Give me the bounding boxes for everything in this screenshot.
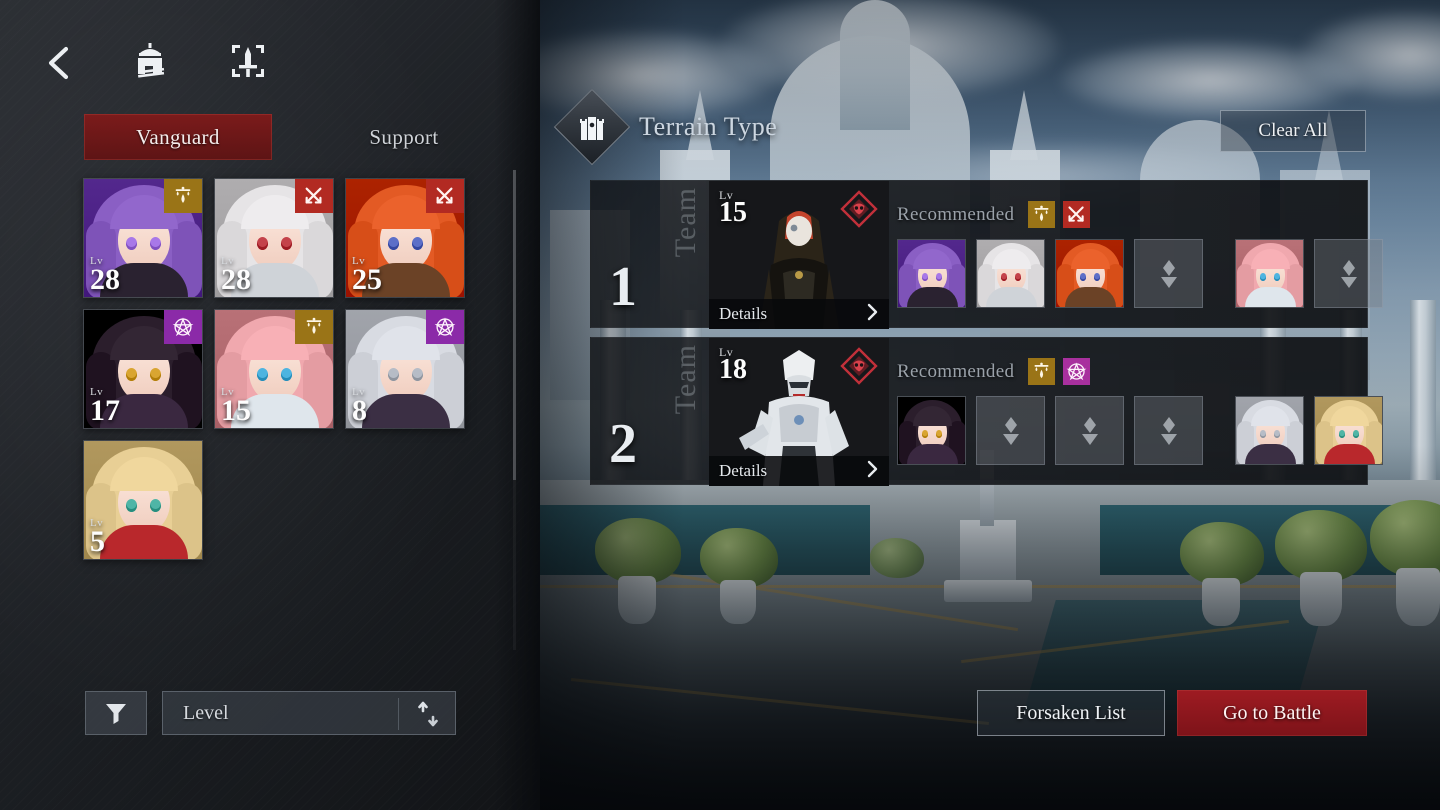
unit-slot-row <box>897 239 1393 308</box>
empty-unit-slot[interactable] <box>1134 239 1203 308</box>
crossed-arrows-icon <box>295 179 333 213</box>
empty-support-slot[interactable] <box>1314 239 1383 308</box>
character-card[interactable]: Lv 5 <box>83 440 203 560</box>
water-drop-scale-icon <box>1028 201 1056 228</box>
recommended-badges <box>1028 358 1091 385</box>
pentagram-icon <box>426 310 464 344</box>
character-level: Lv 28 <box>221 255 251 296</box>
character-card[interactable]: Lv 25 <box>345 178 465 298</box>
character-card[interactable]: Lv 15 <box>214 309 334 429</box>
page-title: Terrain Type <box>639 112 778 141</box>
character-portrait <box>898 397 965 464</box>
clear-all-button[interactable]: Clear All <box>1220 110 1366 152</box>
pentagram-icon <box>1063 358 1091 385</box>
top-icon-bar <box>0 32 540 94</box>
recommended-area: Recommended <box>897 338 1383 486</box>
sort-select[interactable]: Level <box>162 691 456 735</box>
character-portrait <box>977 240 1044 307</box>
character-card[interactable]: Lv 28 <box>83 178 203 298</box>
terrain-castle-icon <box>553 88 631 166</box>
water-drop-scale-icon <box>1028 358 1056 385</box>
team-number-box: Team 2 <box>591 338 709 484</box>
boss-level: Lv 18 <box>719 345 747 385</box>
unit-slot[interactable] <box>897 239 966 308</box>
unit-slot[interactable] <box>976 239 1045 308</box>
recommended-label: Recommended <box>897 360 1015 382</box>
recommended-header: Recommended <box>897 358 1091 385</box>
pentagram-icon <box>164 310 202 344</box>
character-level: Lv 17 <box>90 386 120 427</box>
support-slot[interactable] <box>1235 396 1304 465</box>
boss-card[interactable]: Lv 18 Details <box>709 338 889 486</box>
character-level: Lv 5 <box>90 517 105 558</box>
details-button[interactable]: Details <box>709 456 889 486</box>
enemy-skull-diamond-icon <box>839 189 879 229</box>
character-portrait <box>1236 397 1303 464</box>
unit-slot[interactable] <box>897 396 966 465</box>
sort-select-label: Level <box>183 701 229 724</box>
water-drop-scale-icon <box>164 179 202 213</box>
character-card[interactable]: Lv 17 <box>83 309 203 429</box>
filter-funnel-icon[interactable] <box>85 691 147 735</box>
character-portrait <box>898 240 965 307</box>
go-to-battle-button[interactable]: Go to Battle <box>1177 690 1367 736</box>
character-portrait <box>1056 240 1123 307</box>
sort-up-down-icon[interactable] <box>413 700 443 733</box>
empty-unit-slot[interactable] <box>976 396 1045 465</box>
character-level: Lv 25 <box>352 255 382 296</box>
details-label: Details <box>719 304 768 323</box>
recommended-area: Recommended <box>897 181 1383 329</box>
team-row: Team 1 Lv 15 Details Recommended <box>590 180 1383 329</box>
terrain-header: Terrain Type <box>553 88 778 166</box>
chevron-right-icon <box>865 303 879 326</box>
game-screen: Vanguard Support Lv 28 Lv 28 Lv 25 Lv 17… <box>0 0 1440 810</box>
back-chevron-icon[interactable] <box>32 37 84 89</box>
team-number: 2 <box>609 413 637 475</box>
forsaken-list-button[interactable]: Forsaken List <box>977 690 1165 736</box>
character-card[interactable]: Lv 8 <box>345 309 465 429</box>
empty-unit-slot[interactable] <box>1055 396 1124 465</box>
scrollbar-thumb[interactable] <box>513 170 516 480</box>
tab-support[interactable]: Support <box>324 114 484 160</box>
character-level: Lv 8 <box>352 386 367 427</box>
team-label: Team <box>669 344 702 415</box>
details-button[interactable]: Details <box>709 299 889 329</box>
crossed-arrows-icon <box>1063 201 1091 228</box>
tab-vanguard[interactable]: Vanguard <box>84 114 272 160</box>
character-list-scrollbar[interactable] <box>513 170 516 650</box>
character-portrait <box>1236 240 1303 307</box>
battle-sword-icon[interactable] <box>222 35 274 87</box>
team-label: Team <box>669 187 702 258</box>
recommended-header: Recommended <box>897 201 1091 228</box>
enemy-skull-diamond-icon <box>839 346 879 386</box>
boss-card[interactable]: Lv 15 Details <box>709 181 889 329</box>
team-row: Team 2 Lv 18 Details Recommended <box>590 337 1383 486</box>
boss-level: Lv 15 <box>719 188 747 228</box>
left-panel: Vanguard Support Lv 28 Lv 28 Lv 25 Lv 17… <box>0 0 540 810</box>
empty-unit-slot[interactable] <box>1134 396 1203 465</box>
recommended-badges <box>1028 201 1091 228</box>
character-grid: Lv 28 Lv 28 Lv 25 Lv 17 Lv 15 Lv 8 Lv 5 <box>83 178 465 673</box>
character-portrait <box>1315 397 1382 464</box>
team-number: 1 <box>609 256 637 318</box>
crossed-arrows-icon <box>426 179 464 213</box>
support-slot[interactable] <box>1314 396 1383 465</box>
support-slot[interactable] <box>1235 239 1304 308</box>
character-level: Lv 28 <box>90 255 120 296</box>
unit-slot-row <box>897 396 1393 465</box>
base-building-icon[interactable] <box>124 35 176 87</box>
unit-slot[interactable] <box>1055 239 1124 308</box>
chevron-right-icon <box>865 460 879 483</box>
team-number-box: Team 1 <box>591 181 709 327</box>
character-card[interactable]: Lv 28 <box>214 178 334 298</box>
water-drop-scale-icon <box>295 310 333 344</box>
category-tabs: Vanguard Support <box>84 114 484 160</box>
recommended-label: Recommended <box>897 203 1015 225</box>
character-level: Lv 15 <box>221 386 251 427</box>
details-label: Details <box>719 461 768 480</box>
